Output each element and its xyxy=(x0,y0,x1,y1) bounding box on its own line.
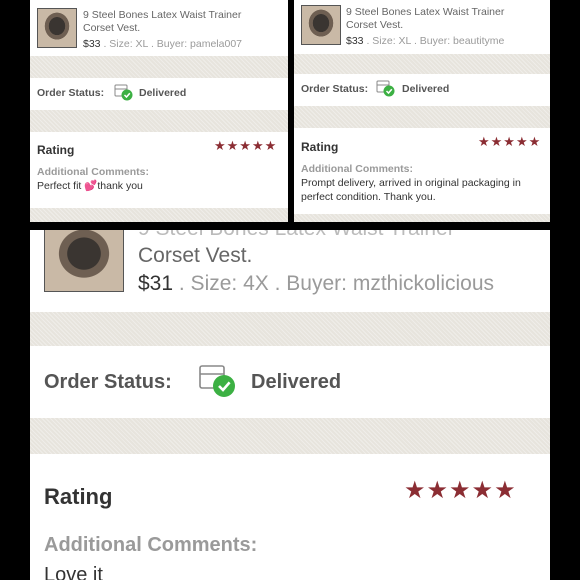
product-card[interactable]: 9 Steel Bones Latex Waist Trainer Corset… xyxy=(30,0,288,56)
rating-section: Rating ★★★★★ Additional Comments: Prompt… xyxy=(294,128,550,214)
order-status-label: Order Status: xyxy=(44,371,172,393)
order-status-row: Order Status: Delivered xyxy=(294,74,550,106)
package-check-icon xyxy=(376,80,395,97)
comment-text: Love it xyxy=(44,564,103,580)
collage: 9 Steel Bones Latex Waist Trainer Corset… xyxy=(0,0,580,580)
rating-stars: ★★★★★ xyxy=(404,477,517,504)
divider xyxy=(30,312,550,346)
product-card[interactable]: 9 Steel Bones Latex Waist Trainer Corset… xyxy=(294,0,550,54)
product-thumbnail[interactable] xyxy=(301,5,341,45)
two-hearts-icon: 💕 xyxy=(84,180,98,192)
price: $33 xyxy=(346,35,364,47)
price: $33 xyxy=(83,38,101,50)
package-check-icon xyxy=(199,365,235,397)
delivered-status: Delivered xyxy=(251,371,342,393)
rating-stars: ★★★★★ xyxy=(478,134,542,149)
divider xyxy=(294,214,550,222)
buyer: . Buyer: mzthickolicious xyxy=(274,272,495,295)
product-title-line2: Corset Vest. xyxy=(138,244,253,268)
divider xyxy=(30,208,288,222)
product-title[interactable]: 9 Steel Bones Latex Waist Trainer Corset… xyxy=(138,230,550,270)
review-panel-3: 9 Steel Bones Latex Waist Trainer Corset… xyxy=(30,230,550,580)
order-status-row: Order Status: Delivered xyxy=(30,346,550,418)
divider xyxy=(30,418,550,454)
product-title-line1: 9 Steel Bones Latex Waist Trainer xyxy=(83,9,242,21)
product-title-line2: Corset Vest. xyxy=(83,22,141,35)
product-title-line2: Corset Vest. xyxy=(346,19,404,32)
divider xyxy=(30,56,288,78)
product-meta: $31 . Size: 4X . Buyer: mzthickolicious xyxy=(138,272,494,296)
buyer: . Buyer: beautityme xyxy=(413,35,505,47)
additional-comments-label: Additional Comments: xyxy=(37,166,149,178)
rating-section: Rating ★★★★★ Additional Comments: Perfec… xyxy=(30,132,288,208)
rating-label: Rating xyxy=(37,143,75,157)
package-check-icon xyxy=(114,84,133,101)
product-title[interactable]: 9 Steel Bones Latex Waist Trainer Corset… xyxy=(83,9,283,35)
size: . Size: XL xyxy=(366,35,412,47)
review-panel-2: 9 Steel Bones Latex Waist Trainer Corset… xyxy=(294,0,550,222)
divider xyxy=(294,54,550,74)
product-meta: $33 . Size: XL . Buyer: pamela007 xyxy=(83,38,242,50)
product-thumbnail[interactable] xyxy=(44,230,124,292)
comment-text: Prompt delivery, arrived in original pac… xyxy=(301,177,521,203)
product-meta: $33 . Size: XL . Buyer: beautityme xyxy=(346,35,504,47)
divider xyxy=(30,110,288,132)
rating-stars: ★★★★★ xyxy=(214,138,278,153)
order-status-label: Order Status: xyxy=(301,83,369,95)
additional-comments-label: Additional Comments: xyxy=(44,534,258,556)
product-title-line1: 9 Steel Bones Latex Waist Trainer xyxy=(346,6,505,18)
buyer: . Buyer: pamela007 xyxy=(150,38,242,50)
additional-comments-label: Additional Comments: xyxy=(301,163,413,175)
comment-text: Perfect fit 💕thank you xyxy=(37,180,143,192)
rating-label: Rating xyxy=(301,140,339,154)
product-title-line1: 9 Steel Bones Latex Waist Trainer xyxy=(138,230,550,242)
divider xyxy=(294,106,550,128)
product-title[interactable]: 9 Steel Bones Latex Waist Trainer Corset… xyxy=(346,6,546,32)
order-status-label: Order Status: xyxy=(37,87,105,99)
rating-section: Rating ★★★★★ Additional Comments: Love i… xyxy=(30,454,550,580)
price: $31 xyxy=(138,272,174,295)
rating-label: Rating xyxy=(44,484,113,509)
delivered-status: Delivered xyxy=(402,83,450,95)
delivered-status: Delivered xyxy=(139,87,187,99)
size: . Size: XL xyxy=(103,38,149,50)
order-status-row: Order Status: Delivered xyxy=(30,78,288,110)
product-thumbnail[interactable] xyxy=(37,8,77,48)
size: . Size: 4X xyxy=(178,272,269,295)
review-panel-1: 9 Steel Bones Latex Waist Trainer Corset… xyxy=(30,0,288,222)
product-card[interactable]: 9 Steel Bones Latex Waist Trainer Corset… xyxy=(30,230,550,312)
